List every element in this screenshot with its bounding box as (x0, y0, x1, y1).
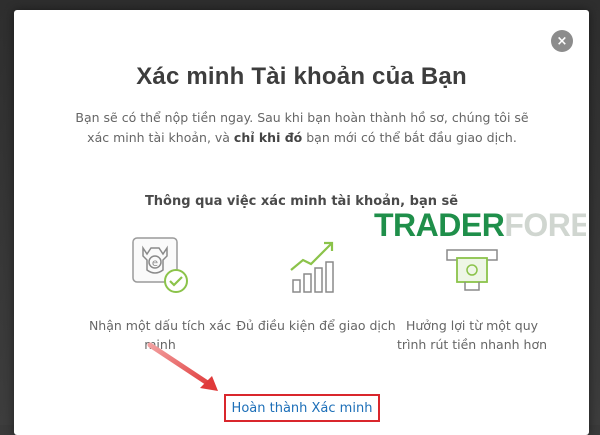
complete-verification-link[interactable]: Hoàn thành Xác minh (224, 394, 380, 422)
watermark-logo-part-a: TRADER (374, 207, 505, 243)
close-button[interactable]: × (551, 30, 573, 52)
feature-trade-eligible-label: Đủ điều kiện để giao dịch (236, 318, 396, 333)
complete-verification-label: Hoàn thành Xác minh (231, 400, 373, 416)
verified-badge-icon: e (132, 237, 188, 293)
close-icon: × (556, 33, 568, 49)
feature-verified-label: Nhận một dấu tích xác minh (88, 318, 232, 352)
feature-faster-withdrawal-label: Hưởng lợi từ một quy trình rút tiền nhan… (396, 318, 548, 352)
modal-description: Bạn sẽ có thể nộp tiền ngay. Sau khi bạn… (72, 108, 532, 148)
description-part2: bạn mới có thể bắt đầu giao dịch. (302, 130, 517, 145)
svg-text:e: e (152, 258, 158, 269)
watermark-logo: TRADERFOREX (374, 207, 586, 243)
feature-verified: e Nhận một dấu tích xác minh (80, 232, 240, 354)
feature-faster-withdrawal: Hưởng lợi từ một quy trình rút tiền nhan… (392, 232, 552, 354)
modal-title: Xác minh Tài khoản của Bạn (136, 63, 467, 90)
growth-chart-icon (290, 241, 334, 293)
feature-trade-eligible: Đủ điều kiện để giao dịch (236, 232, 396, 335)
watermark-logo-part-b: FOREX (504, 207, 586, 243)
description-bold: chỉ khi đó (233, 130, 303, 145)
